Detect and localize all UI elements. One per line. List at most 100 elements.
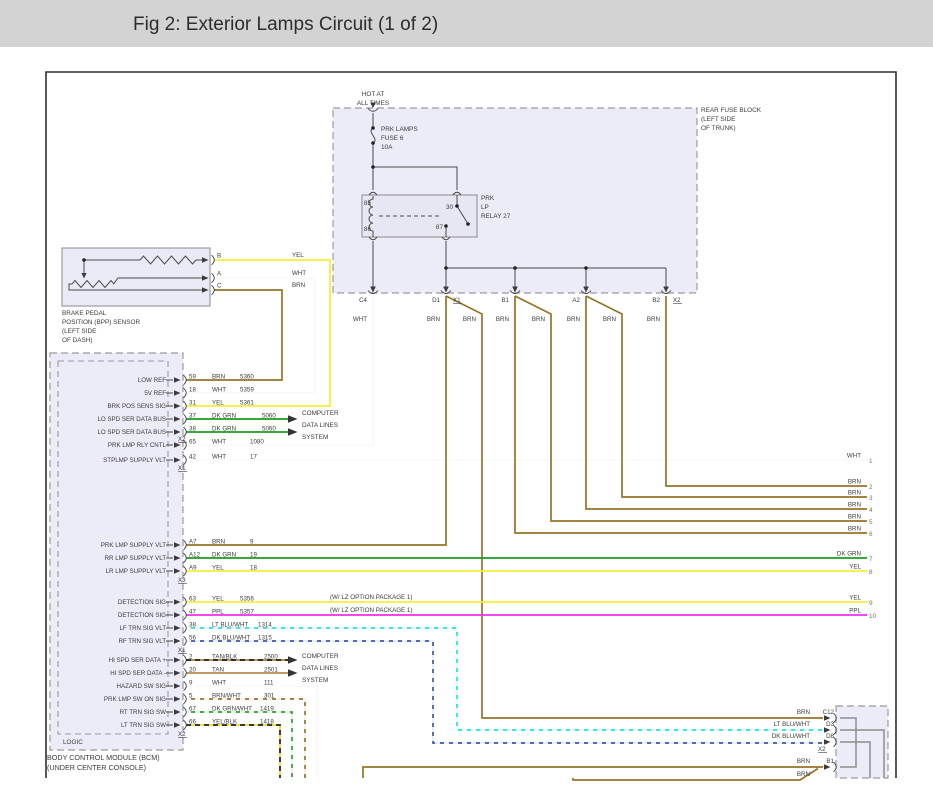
- wire-color-label: BRN: [848, 490, 861, 497]
- bcm-pin-number: 59: [189, 374, 196, 381]
- bpp-pin-letter: A: [217, 271, 222, 278]
- wire-color-label: BRN: [848, 479, 861, 486]
- bpp-pin-letter: B: [217, 253, 221, 260]
- relay-term-87: 87: [436, 224, 444, 231]
- circuit-number: 19: [250, 552, 257, 559]
- splice-dot: [371, 141, 375, 145]
- bcm-pin-number: 37: [189, 413, 196, 420]
- pin-arrow-icon: [824, 715, 831, 721]
- wire-color-label: WHT: [847, 453, 861, 460]
- colored-wires: [186, 260, 867, 780]
- wire-color-label: BRN: [463, 316, 476, 323]
- wire-color-label: BRN/WHT: [212, 693, 241, 700]
- wire-color-label: YEL: [849, 564, 861, 571]
- bcm-connector-label: X2: [178, 731, 186, 738]
- fuse-label-3: 10A: [381, 144, 393, 151]
- relay-term-30: 30: [446, 204, 454, 211]
- wire-color-label: TAN: [212, 667, 224, 674]
- bcm-pin-number: 2: [189, 654, 193, 661]
- computer-note-a3: SYSTEM: [302, 434, 328, 441]
- bcm-pin-label: LO SPD SER DATA BUS: [97, 416, 166, 423]
- circuit-number: 17: [250, 454, 257, 461]
- bcm-pin-label: PRK LMP SUPPLY VLT: [101, 542, 166, 549]
- bcm-caption-1: BODY CONTROL MODULE (BCM): [47, 753, 160, 762]
- bcm-pin-label: RT TRN SIG SW: [120, 709, 167, 716]
- splice-dot: [466, 222, 470, 226]
- computer-note-b3: SYSTEM: [302, 677, 328, 684]
- pin-socket-icon: [184, 388, 187, 398]
- wire-color-label: BRN: [532, 316, 545, 323]
- wire-color-label: LT BLU/WHT: [212, 622, 248, 629]
- terminal-label: C12: [823, 709, 835, 716]
- wire-color-label: DK GRN: [212, 426, 236, 433]
- pin-socket-icon: [184, 668, 187, 678]
- edge-circuit-number: 8: [869, 569, 873, 576]
- wire-color-label: BRN: [427, 316, 440, 323]
- page-title: Fig 2: Exterior Lamps Circuit (1 of 2): [133, 14, 438, 35]
- bcm-pin-label: LF TRN SIG VLT: [119, 625, 166, 632]
- bcm-pin-label: HAZARD SW SIG: [116, 683, 166, 690]
- bpp-caption-3: (LEFT SIDE: [62, 328, 96, 335]
- bcm-pin-label: RR LMP SUPPLY VLT: [105, 555, 167, 562]
- bpp-pin-letter: C: [217, 283, 222, 290]
- circuit-number: 5359: [240, 387, 254, 394]
- bcm-box: [50, 353, 183, 750]
- pin-arrow-icon: [824, 739, 831, 745]
- wire-color-label: WHT: [212, 680, 226, 687]
- wire-color-label: YEL: [212, 400, 224, 407]
- splice-dot: [455, 204, 459, 208]
- circuit-number: 5361: [240, 400, 254, 407]
- wiring-diagram: Fig 2: Exterior Lamps Circuit (1 of 2): [0, 0, 933, 798]
- wire-color-label: BRN: [292, 282, 305, 289]
- pin-arrow-icon: [824, 764, 831, 770]
- wire-color-label: BRN: [567, 316, 580, 323]
- fuse-label-2: FUSE 6: [381, 135, 404, 142]
- bcm-connector-label: X1: [178, 647, 186, 654]
- pin-socket-icon: [184, 707, 187, 717]
- wire-color-label: BRN: [848, 502, 861, 509]
- edge-circuit-number: 3: [869, 495, 873, 502]
- bpp-caption-2: POSITION (BPP) SENSOR: [62, 319, 141, 326]
- wire-color-label: DK GRN: [837, 551, 861, 558]
- data-line-arrow-icon: [288, 428, 298, 436]
- pin-socket-icon: [184, 566, 187, 576]
- edge-circuit-number: 2: [869, 484, 873, 491]
- circuit-number: 1314: [258, 622, 272, 629]
- wire-color-label: DK GRN: [212, 413, 236, 420]
- data-line-arrow-icon: [288, 656, 298, 664]
- wire-color-label: BRN: [848, 526, 861, 533]
- wire-color-label: BRN: [797, 758, 810, 765]
- pin-socket-icon: [184, 553, 187, 563]
- bcm-pin-number: 38: [189, 426, 196, 433]
- circuit-number: 1419: [260, 706, 274, 713]
- terminal-label: C4: [359, 297, 367, 304]
- pin-socket-icon: [184, 414, 187, 424]
- computer-note-b2: DATA LINES: [302, 665, 338, 672]
- circuit-number: 5060: [262, 413, 276, 420]
- wire-color-label: YEL: [292, 252, 304, 259]
- edge-circuit-number: 4: [869, 507, 873, 514]
- wire-color-label: YEL: [212, 565, 224, 572]
- edge-circuit-number: 1: [869, 458, 873, 465]
- bcm-pin-label: DETECTION SIG: [118, 599, 166, 606]
- pin-socket-icon: [184, 375, 187, 385]
- relay-name-3: RELAY 27: [481, 213, 511, 220]
- computer-note-b1: COMPUTER: [302, 653, 339, 660]
- wire-color-label: DK BLU/WHT: [212, 635, 250, 642]
- pin-socket-icon: [184, 401, 187, 411]
- fuse-block-label-3: OF TRUNK): [701, 125, 736, 132]
- connector-label: X2: [818, 746, 826, 753]
- bcm-pin-number: 42: [189, 454, 196, 461]
- wire-color-label: BRN: [797, 709, 810, 716]
- bcm-pin-number: 31: [189, 400, 196, 407]
- splice-dot: [371, 165, 375, 169]
- circuit-number: 5360: [240, 374, 254, 381]
- wire-color-label: YEL: [849, 595, 861, 602]
- bcm-caption-2: (UNDER CENTER CONSOLE): [47, 763, 146, 772]
- wire-color-label: DK GRN: [212, 552, 236, 559]
- bcm-pin-number: 66: [189, 719, 196, 726]
- wire-color-label: DK GRN/WHT: [212, 706, 252, 713]
- wire-color-label: WHT: [212, 454, 226, 461]
- bcm-pin-number: A12: [189, 552, 201, 559]
- terminal-label: B1: [501, 297, 509, 304]
